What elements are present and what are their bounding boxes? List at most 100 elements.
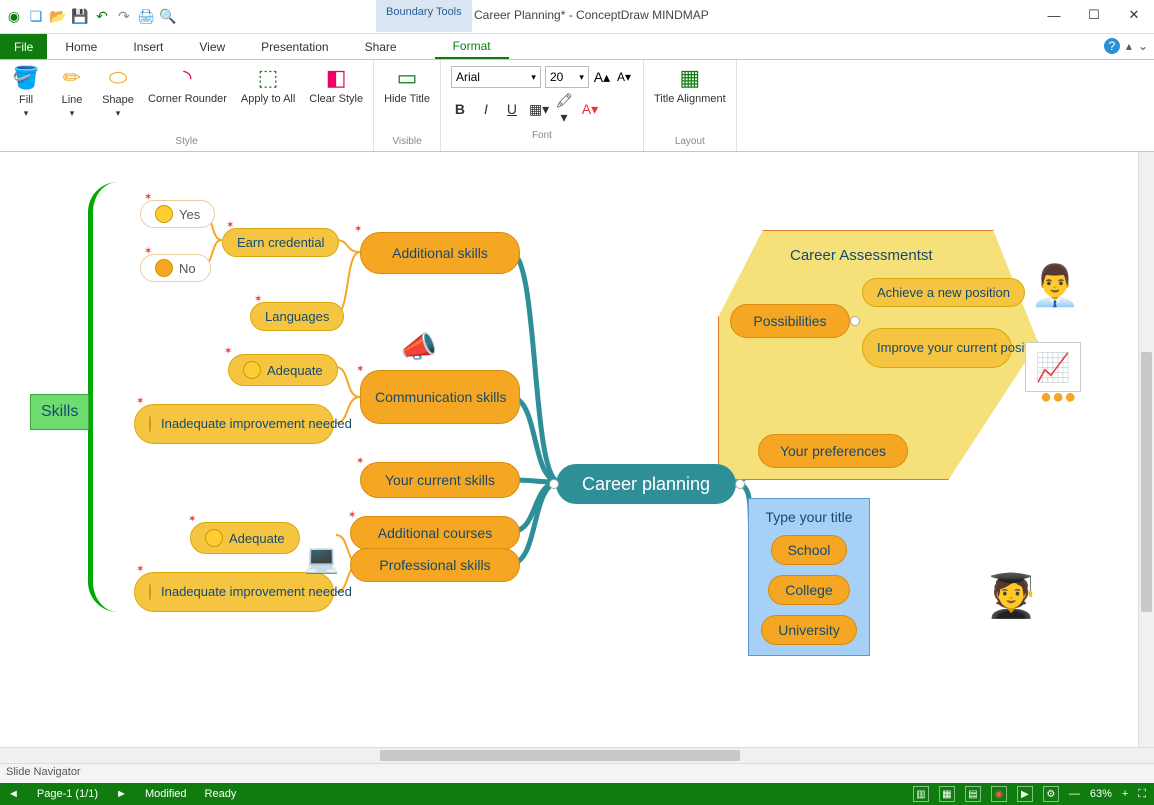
node-school[interactable]: School bbox=[771, 535, 848, 565]
minimize-button[interactable]: — bbox=[1034, 0, 1074, 30]
node-communication-skills[interactable]: Communication skills bbox=[360, 370, 520, 424]
megaphone-icon: 📣 bbox=[400, 330, 437, 365]
tab-home[interactable]: Home bbox=[47, 34, 115, 59]
node-improve[interactable]: Improve your current position bbox=[862, 328, 1012, 368]
node-college[interactable]: College bbox=[768, 575, 849, 605]
zoom-in-icon[interactable]: + bbox=[1122, 788, 1128, 800]
apply-all-button[interactable]: ⬚Apply to All bbox=[237, 62, 299, 107]
node-inadequate-2[interactable]: Inadequate improvement needed bbox=[134, 572, 334, 612]
note-marker: ✶ bbox=[356, 364, 364, 375]
apply-icon: ⬚ bbox=[254, 64, 282, 92]
group-label-visible: Visible bbox=[380, 136, 434, 149]
note-marker: ✶ bbox=[136, 564, 144, 575]
scrollbar-thumb[interactable] bbox=[1141, 352, 1152, 612]
corner-rounder-button[interactable]: ◝Corner Rounder bbox=[144, 62, 231, 107]
next-page-icon[interactable]: ► bbox=[116, 788, 127, 800]
help-icon[interactable]: ? bbox=[1104, 38, 1120, 54]
node-adequate-2[interactable]: Adequate bbox=[190, 522, 300, 554]
possibilities-connector[interactable] bbox=[850, 316, 860, 326]
node-additional-skills[interactable]: Additional skills bbox=[360, 232, 520, 274]
career-assessments-title: Career Assessmentst bbox=[790, 247, 933, 264]
group-label-layout: Layout bbox=[650, 136, 730, 149]
tab-presentation[interactable]: Presentation bbox=[243, 34, 346, 59]
title-alignment-button[interactable]: ▦Title Alignment bbox=[650, 62, 730, 107]
canvas-area: Career Assessmentst Career planning Skil… bbox=[0, 152, 1154, 747]
line-button[interactable]: ✏Line▾ bbox=[52, 62, 92, 121]
close-button[interactable]: ✕ bbox=[1114, 0, 1154, 30]
ribbon-options-icon[interactable]: ⌄ bbox=[1138, 39, 1148, 53]
node-yes[interactable]: Yes bbox=[140, 200, 215, 228]
tab-format[interactable]: Format bbox=[435, 34, 509, 59]
node-earn-credential[interactable]: Earn credential bbox=[222, 228, 339, 257]
root-node[interactable]: Career planning bbox=[556, 464, 736, 504]
ribbon-tabs: File Home Insert View Presentation Share… bbox=[0, 34, 1154, 60]
node-no[interactable]: No bbox=[140, 254, 211, 282]
horizontal-scrollbar[interactable] bbox=[0, 747, 1154, 763]
tab-insert[interactable]: Insert bbox=[115, 34, 181, 59]
skills-group-box[interactable]: Skills bbox=[30, 394, 89, 430]
node-languages[interactable]: Languages bbox=[250, 302, 344, 331]
node-possibilities[interactable]: Possibilities bbox=[730, 304, 850, 338]
save-icon[interactable]: 💾 bbox=[72, 9, 88, 25]
tab-file[interactable]: File bbox=[0, 34, 47, 59]
view-mode-1-icon[interactable]: ▥ bbox=[913, 786, 929, 802]
education-boundary[interactable]: Type your title School College Universit… bbox=[748, 498, 870, 656]
node-inadequate-1[interactable]: Inadequate improvement needed bbox=[134, 404, 334, 444]
node-achieve[interactable]: Achieve a new position bbox=[862, 278, 1025, 307]
shrink-font-icon[interactable]: A▾ bbox=[615, 70, 633, 84]
tab-share[interactable]: Share bbox=[347, 34, 415, 59]
happy-face-icon bbox=[205, 529, 223, 547]
print-icon[interactable]: 🖨 bbox=[138, 9, 154, 25]
mindmap-canvas[interactable]: Career Assessmentst Career planning Skil… bbox=[0, 152, 1154, 747]
ribbon: 🪣Fill▾ ✏Line▾ ⬭Shape▾ ◝Corner Rounder ⬚A… bbox=[0, 60, 1154, 152]
new-icon[interactable]: ❏ bbox=[28, 9, 44, 25]
zoom-out-icon[interactable]: — bbox=[1069, 788, 1080, 800]
hide-title-button[interactable]: ▭Hide Title bbox=[380, 62, 434, 107]
highlight-button[interactable]: 🖍▾ bbox=[555, 92, 573, 126]
happy-face-icon bbox=[243, 361, 261, 379]
italic-button[interactable]: I bbox=[477, 101, 495, 117]
node-additional-courses[interactable]: Additional courses bbox=[350, 516, 520, 550]
clear-icon: ◧ bbox=[322, 64, 350, 92]
open-icon[interactable]: 📂 bbox=[50, 9, 66, 25]
undo-icon[interactable]: ↶ bbox=[94, 9, 110, 25]
font-size-combo[interactable]: 20▾ bbox=[545, 66, 589, 88]
font-name-combo[interactable]: Arial▾ bbox=[451, 66, 541, 88]
node-university[interactable]: University bbox=[761, 615, 856, 645]
text-border-button[interactable]: ▦▾ bbox=[529, 101, 547, 118]
root-connector-left[interactable] bbox=[549, 479, 559, 489]
context-tab-boundary[interactable]: Boundary Tools bbox=[376, 0, 472, 32]
node-adequate-1[interactable]: Adequate bbox=[228, 354, 338, 386]
node-professional-skills[interactable]: Professional skills bbox=[350, 548, 520, 582]
fit-icon[interactable]: ⛶ bbox=[1138, 788, 1146, 801]
maximize-button[interactable]: ☐ bbox=[1074, 0, 1114, 30]
scrollbar-thumb[interactable] bbox=[380, 750, 740, 761]
underline-button[interactable]: U bbox=[503, 101, 521, 117]
preview-icon[interactable]: 🔍 bbox=[160, 9, 176, 25]
redo-icon[interactable]: ↷ bbox=[116, 9, 132, 25]
view-mode-3-icon[interactable]: ▤ bbox=[965, 786, 981, 802]
bold-button[interactable]: B bbox=[451, 101, 469, 117]
sad-face-icon bbox=[155, 259, 173, 277]
node-preferences[interactable]: Your preferences bbox=[758, 434, 908, 468]
fill-button[interactable]: 🪣Fill▾ bbox=[6, 62, 46, 121]
node-your-current-skills[interactable]: Your current skills bbox=[360, 462, 520, 498]
grow-font-icon[interactable]: A▴ bbox=[593, 69, 611, 86]
play-icon[interactable]: ▶ bbox=[1017, 786, 1033, 802]
slide-navigator[interactable]: Slide Navigator bbox=[0, 763, 1154, 783]
clear-style-button[interactable]: ◧Clear Style bbox=[305, 62, 367, 107]
corner-icon: ◝ bbox=[173, 64, 201, 92]
ribbon-collapse-icon[interactable]: ▴ bbox=[1126, 39, 1132, 53]
eye-icon[interactable]: ◉ bbox=[991, 786, 1007, 802]
tab-view[interactable]: View bbox=[181, 34, 243, 59]
gear-icon[interactable]: ⚙ bbox=[1043, 786, 1059, 802]
view-mode-2-icon[interactable]: ▦ bbox=[939, 786, 955, 802]
font-color-button[interactable]: A▾ bbox=[581, 101, 599, 118]
root-connector-right[interactable] bbox=[735, 479, 745, 489]
prev-page-icon[interactable]: ◄ bbox=[8, 788, 19, 800]
note-marker: ✶ bbox=[144, 246, 152, 257]
sad-face-icon bbox=[149, 583, 151, 601]
vertical-scrollbar[interactable] bbox=[1138, 152, 1154, 747]
shape-button[interactable]: ⬭Shape▾ bbox=[98, 62, 138, 121]
coins-clipart: ●●● bbox=[1040, 386, 1076, 409]
